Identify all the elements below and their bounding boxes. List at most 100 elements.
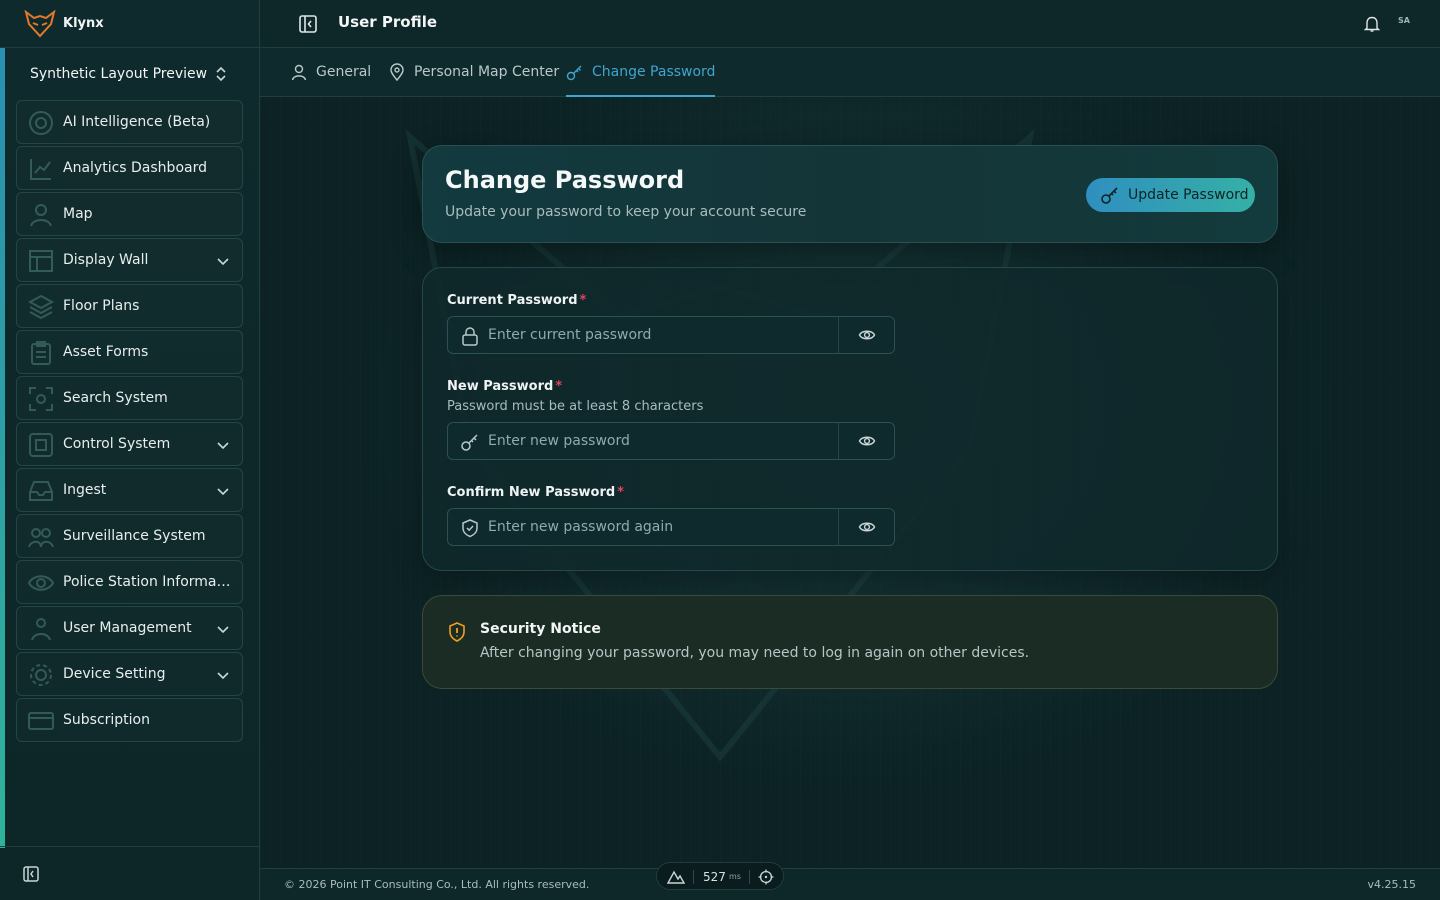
security-notice-card: Security Notice After changing your pass… [422,595,1278,689]
lock-icon [462,327,478,346]
shield-check-icon [462,519,478,538]
new-password-input[interactable] [488,423,838,459]
new-password-label-text: New Password [447,379,554,394]
divider [749,870,750,884]
sidebar-item-user-management[interactable]: User Management [16,606,243,650]
change-password-header-card: Change Password Update your password to … [422,145,1278,243]
workspace-name: Synthetic Layout Preview [30,66,208,82]
latency-unit: ms [729,872,741,881]
update-password-button[interactable]: Update Password [1086,178,1255,212]
chevron-down-icon [217,442,229,450]
chevrons-up-down-icon [216,66,226,82]
sidebar-item-label: User Management [63,620,192,636]
sidebar-item-asset-forms[interactable]: Asset Forms [16,330,243,374]
latency-value: 527 [703,870,726,884]
sidebar-item-police-station-information[interactable]: Police Station Informati... [16,560,243,604]
sidebar-item-label: Display Wall [63,252,149,268]
current-password-label: Current Password * [447,293,586,308]
key-icon [566,65,582,81]
password-form-card: Current Password * New Password * Password… [422,267,1278,571]
sidebar-item-ingest[interactable]: Ingest [16,468,243,512]
sidebar-collapse-icon[interactable] [22,865,40,883]
clipboard-icon [31,341,51,365]
required-mark: * [555,379,563,394]
sidebar-footer [0,846,260,900]
tab-change-password[interactable]: Change Password [566,48,716,97]
display-wall-icon [29,250,53,272]
bell-icon[interactable] [1364,15,1380,33]
sidebar-item-label: Subscription [63,712,150,728]
current-password-field [447,316,895,354]
sidebar-accent-bar [0,48,5,848]
confirm-password-label-text: Confirm New Password [447,485,616,500]
confirm-password-input[interactable] [488,509,838,545]
user-pin-icon [30,204,52,227]
top-header: User Profile SA [260,0,1440,48]
sidebar-item-label: Analytics Dashboard [63,160,207,176]
sidebar-item-label: Map [63,206,93,222]
chevron-down-icon [217,258,229,266]
notice-title: Security Notice [480,621,601,637]
scan-icon [29,387,53,411]
sidebar-item-analytics-dashboard[interactable]: Analytics Dashboard [16,146,243,190]
tab-label: Personal Map Center [414,64,560,80]
toggle-visibility-button[interactable] [838,317,894,353]
sidebar-item-display-wall[interactable]: Display Wall [16,238,243,282]
main-content: Change Password Update your password to … [260,97,1440,868]
toggle-visibility-button[interactable] [838,509,894,545]
analytics-icon [30,159,51,180]
crosshair-icon[interactable] [758,869,774,885]
sidebar-item-floor-plans[interactable]: Floor Plans [16,284,243,328]
key-icon [461,434,478,451]
workspace-switcher[interactable]: Synthetic Layout Preview [16,54,242,94]
sidebar-item-ai-intelligence[interactable]: AI Intelligence (Beta) [16,100,243,144]
brand-name: Klynx [63,16,104,31]
user-icon [291,64,307,81]
current-password-input[interactable] [488,317,838,353]
new-password-help: Password must be at least 8 characters [447,399,704,414]
eye-icon [858,330,875,340]
sidebar-item-subscription[interactable]: Subscription [16,698,243,742]
layers-icon [27,294,55,320]
sidebar-item-device-setting[interactable]: Device Setting [16,652,243,696]
current-password-label-text: Current Password [447,293,578,308]
tab-personal-map-center[interactable]: Personal Map Center [388,48,559,96]
copyright-text: © 2026 Point IT Consulting Co., Ltd. All… [284,878,590,891]
brand[interactable]: Klynx [0,0,260,48]
users-icon [31,618,51,641]
tab-general[interactable]: General [290,48,371,96]
card-title: Change Password [445,166,685,194]
sidebar-item-map[interactable]: Map [16,192,243,236]
fox-logo-icon [24,9,56,37]
new-password-field [447,422,895,460]
avatar[interactable]: SA [1398,16,1410,25]
chevron-down-icon [217,672,229,680]
ai-icon [29,111,53,135]
sidebar-item-label: Asset Forms [63,344,149,360]
profile-tabs: General Personal Map Center Change Passw… [260,48,1440,97]
sidebar: Klynx Synthetic Layout Preview AI Intell… [0,0,260,900]
gear-icon [30,664,52,686]
sidebar-toggle-icon[interactable] [298,14,318,34]
tab-label: General [316,64,372,80]
sidebar-item-control-system[interactable]: Control System [16,422,243,466]
inbox-icon [29,481,53,501]
sidebar-item-label: Device Setting [63,666,166,682]
key-icon [1101,187,1118,204]
card-icon [28,712,54,730]
eye-icon [27,575,55,591]
sidebar-item-surveillance-system[interactable]: Surveillance System [16,514,243,558]
sidebar-item-label: Ingest [63,482,107,498]
divider [693,870,694,884]
page-title: User Profile [338,13,438,31]
sidebar-item-label: Search System [63,390,168,406]
tab-label: Change Password [592,64,716,80]
confirm-password-field [447,508,895,546]
new-password-label: New Password * [447,379,562,394]
performance-widget[interactable]: 527 ms [656,862,784,890]
sidebar-item-search-system[interactable]: Search System [16,376,243,420]
eye-icon [858,436,875,446]
toggle-visibility-button[interactable] [838,423,894,459]
eye-icon [858,522,875,532]
notice-text: After changing your password, you may ne… [480,645,1030,661]
